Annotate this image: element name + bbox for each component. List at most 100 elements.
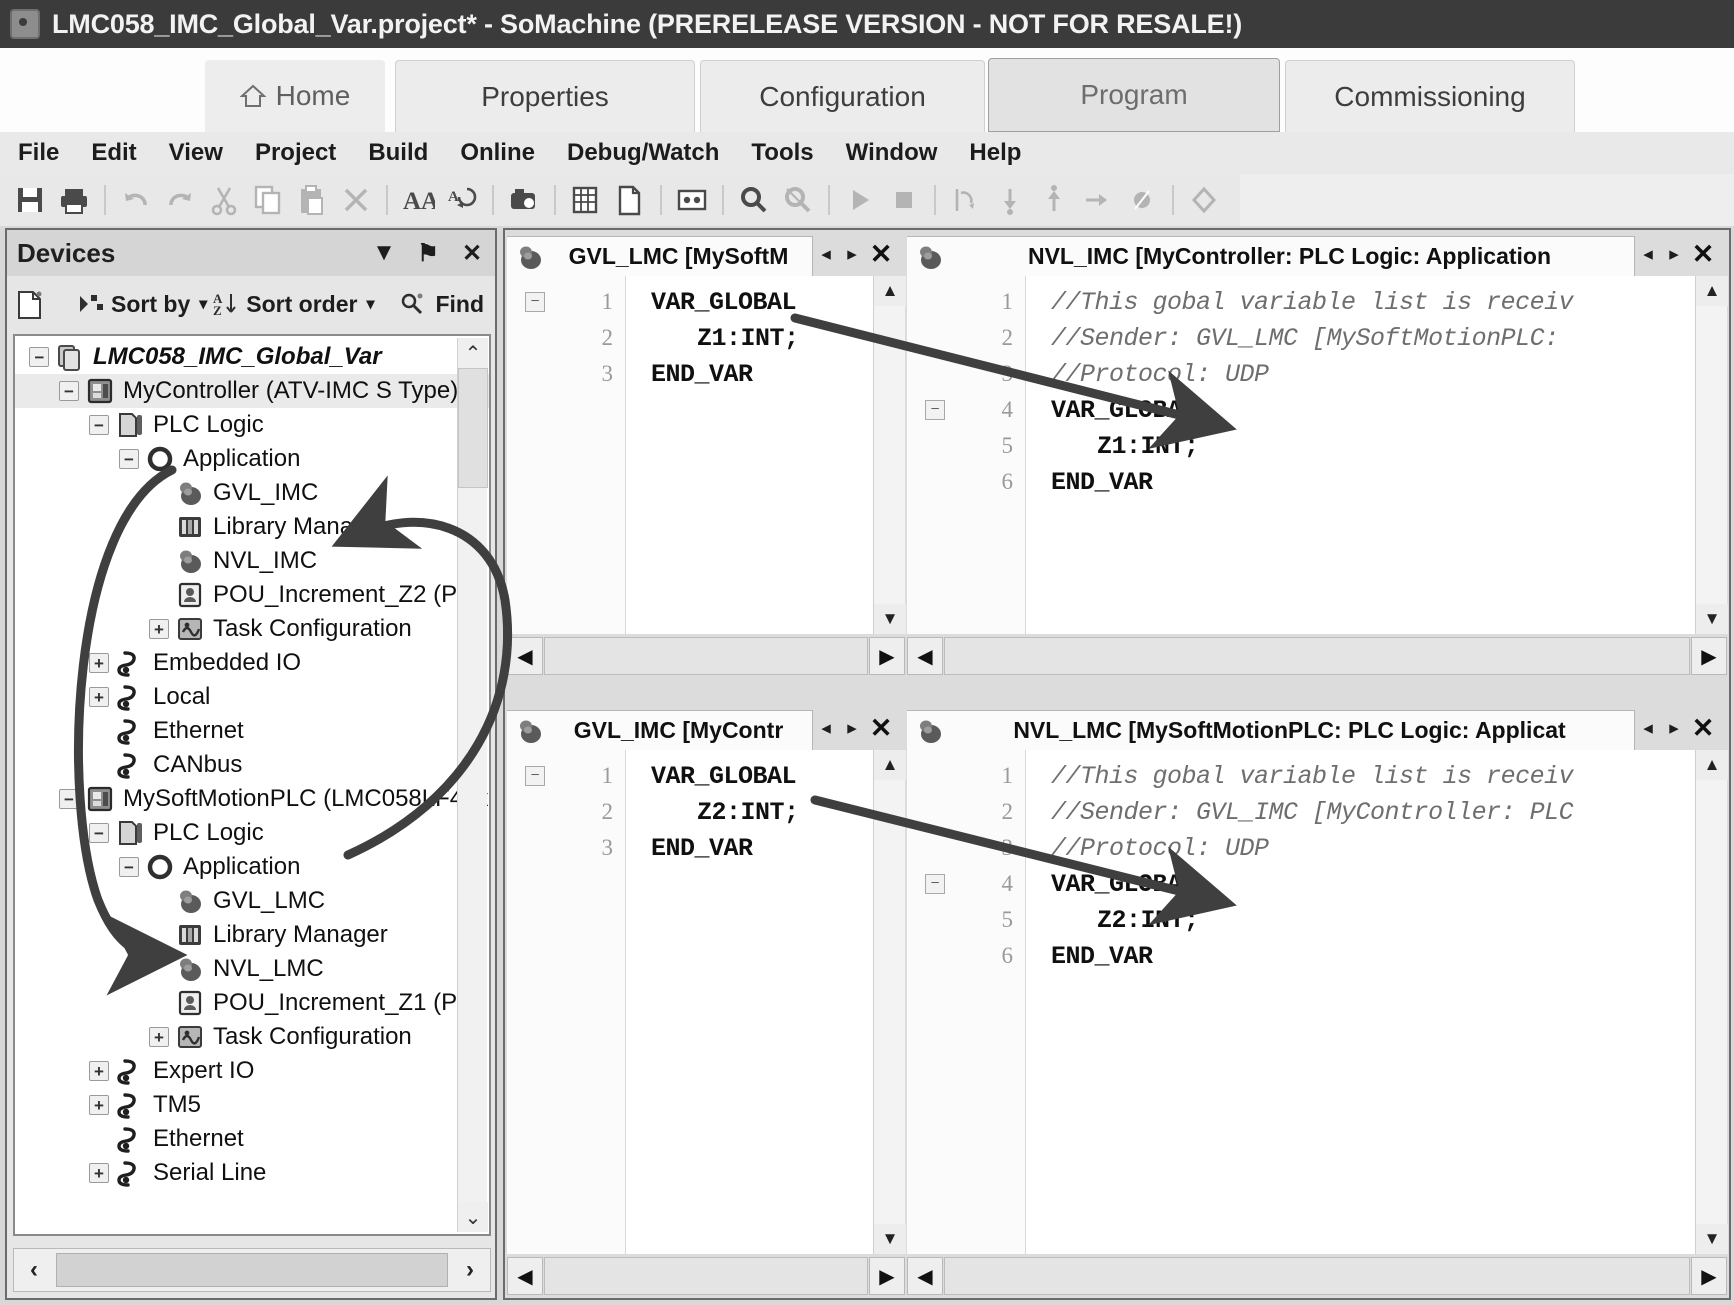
- tab-commissioning[interactable]: Commissioning: [1285, 60, 1575, 132]
- tab-program[interactable]: Program: [988, 58, 1280, 132]
- tree-item-embedded-io[interactable]: + Embedded IO: [15, 646, 489, 680]
- menu-item-build[interactable]: Build: [368, 139, 428, 167]
- menu-item-edit[interactable]: Edit: [91, 139, 136, 167]
- code-line[interactable]: − 1 VAR_GLOBAL: [507, 284, 905, 320]
- pane-vertical-scrollbar[interactable]: ▲ ▼: [873, 276, 906, 634]
- code-line[interactable]: − 1 VAR_GLOBAL: [507, 758, 905, 794]
- code-line[interactable]: 6 END_VAR: [907, 938, 1727, 974]
- login-icon[interactable]: [737, 183, 771, 217]
- scroll-thumb-horizontal[interactable]: [944, 637, 1690, 675]
- pane-tab-bottom-right[interactable]: NVL_LMC [MySoftMotionPLC: PLC Logic: App…: [907, 710, 1635, 750]
- scroll-right-icon[interactable]: ▶: [869, 637, 905, 675]
- pane-vertical-scrollbar[interactable]: ▲ ▼: [873, 750, 906, 1254]
- menu-item-view[interactable]: View: [169, 139, 223, 167]
- code-editor-bottom-left[interactable]: − 1 VAR_GLOBAL 2 Z2:INT; 3 END_VAR: [507, 750, 905, 1254]
- new-file-icon[interactable]: [613, 183, 647, 217]
- code-line[interactable]: 2 //Sender: GVL_LMC [MySoftMotionPLC:: [907, 320, 1727, 356]
- new-device-button[interactable]: [15, 288, 52, 320]
- tab-next-icon[interactable]: ▸: [839, 706, 865, 750]
- scroll-up-icon[interactable]: ▲: [874, 276, 906, 306]
- tree-item-library-manager[interactable]: Library Manager: [15, 510, 489, 544]
- sort-by-button[interactable]: Sort by ▾: [78, 291, 207, 318]
- menu-item-tools[interactable]: Tools: [751, 139, 813, 167]
- tree-item-ethernet[interactable]: Ethernet: [15, 714, 489, 748]
- pane-tab-bottom-left[interactable]: GVL_IMC [MyContr: [507, 710, 813, 750]
- pane-horizontal-scrollbar[interactable]: ◀ ▶: [907, 1254, 1727, 1298]
- tree-item-canbus[interactable]: CANbus: [15, 748, 489, 782]
- scroll-up-icon[interactable]: ▲: [874, 750, 906, 780]
- scroll-thumb-horizontal[interactable]: [56, 1253, 448, 1287]
- code-line[interactable]: 2 Z1:INT;: [507, 320, 905, 356]
- code-line[interactable]: 5 Z1:INT;: [907, 428, 1727, 464]
- scroll-right-icon[interactable]: ▶: [1691, 1257, 1727, 1295]
- tree-item-expert-io[interactable]: + Expert IO: [15, 1054, 489, 1088]
- scroll-thumb-horizontal[interactable]: [944, 1257, 1690, 1295]
- tree-item-task-configuration[interactable]: + Task Configuration: [15, 1020, 489, 1054]
- tab-prev-icon[interactable]: ◂: [813, 232, 839, 276]
- panel-close-icon[interactable]: ✕: [459, 240, 485, 267]
- expand-toggle-icon[interactable]: +: [89, 1061, 109, 1081]
- device-tree-horizontal-scrollbar[interactable]: ‹ ›: [13, 1248, 491, 1292]
- tab-properties[interactable]: Properties: [395, 60, 695, 132]
- fold-collapse-icon[interactable]: −: [507, 766, 563, 786]
- tree-item-pou-increment-z1-pr[interactable]: POU_Increment_Z1 (PR: [15, 986, 489, 1020]
- pane-vertical-scrollbar[interactable]: ▲ ▼: [1695, 276, 1728, 634]
- tree-item-local[interactable]: + Local: [15, 680, 489, 714]
- pane-horizontal-scrollbar[interactable]: ◀ ▶: [507, 1254, 905, 1298]
- scroll-down-icon[interactable]: ▼: [1696, 604, 1728, 634]
- code-line[interactable]: − 4 VAR_GLOBAL: [907, 392, 1727, 428]
- tree-item-library-manager[interactable]: Library Manager: [15, 918, 489, 952]
- scroll-up-icon[interactable]: ▲: [1696, 276, 1728, 306]
- device-tree[interactable]: − LMC058_IMC_Global_Var − MyController (ATV…: [13, 334, 491, 1236]
- fold-collapse-icon[interactable]: −: [507, 292, 563, 312]
- code-editor-bottom-right[interactable]: 1 //This gobal variable list is receiv 2 //…: [907, 750, 1727, 1254]
- code-line[interactable]: 2 Z2:INT;: [507, 794, 905, 830]
- scroll-up-icon[interactable]: ▲: [1696, 750, 1728, 780]
- replace-icon[interactable]: A: [445, 183, 479, 217]
- tree-item-plc-logic[interactable]: − PLC Logic: [15, 408, 489, 442]
- tree-item-application[interactable]: − Application: [15, 850, 489, 884]
- scroll-right-icon[interactable]: ▶: [1691, 637, 1727, 675]
- tree-item-task-configuration[interactable]: + Task Configuration: [15, 612, 489, 646]
- save-icon[interactable]: [13, 183, 47, 217]
- scroll-left-icon[interactable]: ◀: [907, 637, 943, 675]
- code-editor-top-right[interactable]: 1 //This gobal variable list is receiv 2 //…: [907, 276, 1727, 634]
- collapse-toggle-icon[interactable]: −: [89, 823, 109, 843]
- tree-item-plc-logic[interactable]: − PLC Logic: [15, 816, 489, 850]
- collapse-toggle-icon[interactable]: −: [59, 381, 79, 401]
- chevron-down-icon[interactable]: ▾: [199, 294, 207, 314]
- collapse-toggle-icon[interactable]: −: [89, 415, 109, 435]
- tab-next-icon[interactable]: ▸: [1661, 706, 1687, 750]
- expand-toggle-icon[interactable]: +: [149, 619, 169, 639]
- grid-icon[interactable]: [569, 183, 603, 217]
- chevron-down-icon[interactable]: ▾: [366, 294, 374, 314]
- menu-item-window[interactable]: Window: [846, 139, 938, 167]
- tab-configuration[interactable]: Configuration: [700, 60, 985, 132]
- code-line[interactable]: 1 //This gobal variable list is receiv: [907, 758, 1727, 794]
- scroll-thumb-horizontal[interactable]: [544, 637, 868, 675]
- code-line[interactable]: 3 //Protocol: UDP: [907, 356, 1727, 392]
- code-line[interactable]: 5 Z2:INT;: [907, 902, 1727, 938]
- tree-item-application[interactable]: − Application: [15, 442, 489, 476]
- tab-prev-icon[interactable]: ◂: [1635, 232, 1661, 276]
- find-button[interactable]: Find: [400, 291, 484, 318]
- tree-item-gvl-lmc[interactable]: GVL_LMC: [15, 884, 489, 918]
- scroll-down-icon[interactable]: ▼: [874, 1224, 906, 1254]
- expand-toggle-icon[interactable]: +: [89, 1095, 109, 1115]
- scroll-down-icon[interactable]: ▼: [874, 604, 906, 634]
- pane-horizontal-scrollbar[interactable]: ◀ ▶: [907, 634, 1727, 678]
- code-line[interactable]: 3 //Protocol: UDP: [907, 830, 1727, 866]
- pane-horizontal-scrollbar[interactable]: ◀ ▶: [507, 634, 905, 678]
- panel-dropdown-icon[interactable]: ▼: [371, 239, 397, 266]
- collapse-toggle-icon[interactable]: −: [119, 449, 139, 469]
- collapse-toggle-icon[interactable]: −: [59, 789, 79, 809]
- scroll-right-icon[interactable]: ›: [450, 1250, 490, 1290]
- tree-item-lmc058-imc-global-var[interactable]: − LMC058_IMC_Global_Var: [15, 340, 489, 374]
- tab-close-icon[interactable]: ✕: [1687, 706, 1719, 750]
- tab-prev-icon[interactable]: ◂: [1635, 706, 1661, 750]
- expand-toggle-icon[interactable]: +: [89, 1163, 109, 1183]
- scroll-thumb-horizontal[interactable]: [544, 1257, 868, 1295]
- scroll-right-icon[interactable]: ▶: [869, 1257, 905, 1295]
- fold-collapse-icon[interactable]: −: [907, 874, 963, 894]
- scroll-left-icon[interactable]: ◀: [507, 637, 543, 675]
